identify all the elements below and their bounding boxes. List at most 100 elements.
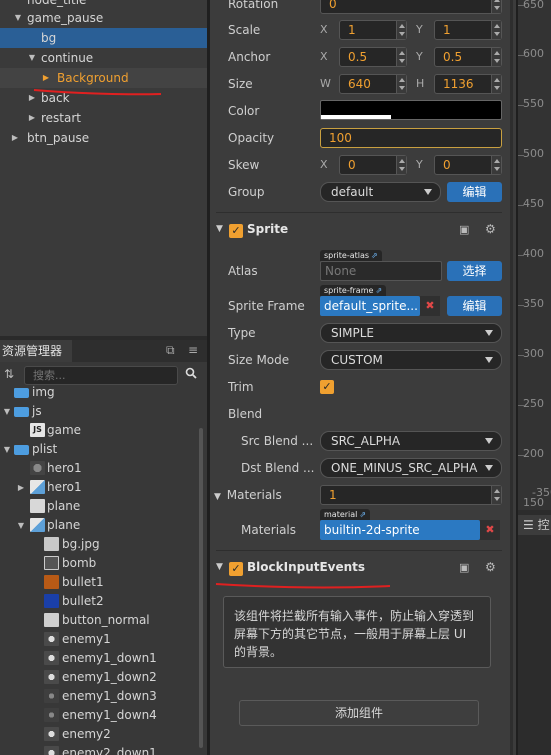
clear-icon[interactable]: ✖ (480, 520, 500, 540)
stepper-icon[interactable] (396, 75, 406, 93)
asset-item-bomb[interactable]: bomb (0, 554, 198, 573)
asset-item-enemy1[interactable]: enemy1 (0, 630, 198, 649)
stepper-icon[interactable] (491, 75, 501, 93)
asset-item-plane-plist[interactable]: ▼ plane (0, 516, 198, 535)
type-dropdown[interactable]: SIMPLE (320, 323, 502, 343)
atlas-field[interactable]: None (320, 261, 442, 281)
chevron-down-icon[interactable]: ▼ (13, 8, 23, 28)
chevron-down-icon[interactable]: ▼ (2, 402, 12, 421)
add-component-button[interactable]: 添加组件 (239, 700, 479, 726)
chevron-down-icon[interactable]: ▼ (216, 562, 223, 572)
asset-item-js[interactable]: ▼ js (0, 402, 198, 421)
tree-node-continue[interactable]: ▼ continue (0, 48, 207, 68)
scale-y-field[interactable]: 1 (434, 20, 502, 40)
stepper-icon[interactable] (491, 21, 501, 39)
book-icon[interactable]: ▣ (459, 561, 469, 574)
chevron-down-icon[interactable]: ▼ (216, 224, 223, 234)
dst-blend-dropdown[interactable]: ONE_MINUS_SRC_ALPHA (320, 458, 502, 478)
size-mode-dropdown[interactable]: CUSTOM (320, 350, 502, 370)
chevron-right-icon[interactable]: ▶ (16, 478, 26, 497)
materials-count-field[interactable]: 1 (320, 485, 502, 505)
stepper-icon[interactable] (491, 48, 501, 66)
stepper-icon[interactable] (396, 156, 406, 174)
chevron-right-icon[interactable]: ▶ (10, 128, 20, 148)
rotation-field[interactable]: 0 (320, 0, 502, 14)
skew-x-field[interactable]: 0 (339, 155, 407, 175)
tree-node-game-pause[interactable]: ▼ game_pause (0, 8, 207, 28)
gear-icon[interactable]: ⚙ (485, 222, 496, 236)
asset-item-plist[interactable]: ▼ plist (0, 440, 198, 459)
clear-icon[interactable]: ✖ (420, 296, 440, 316)
sprite-component-header[interactable]: ▼ ✓ Sprite ▣ ⚙ (210, 219, 516, 243)
chevron-right-icon[interactable]: ▶ (27, 108, 37, 128)
block-input-enabled-checkbox[interactable]: ✓ (229, 562, 243, 576)
chevron-down-icon[interactable]: ▼ (16, 516, 26, 535)
atlas-label: Atlas (228, 264, 258, 278)
asset-item-bullet1[interactable]: bullet1 (0, 573, 198, 592)
stepper-icon[interactable] (491, 486, 501, 504)
maximize-icon[interactable]: ⧉ (166, 343, 175, 358)
src-blend-dropdown[interactable]: SRC_ALPHA (320, 431, 502, 451)
asset-item-enemy2-down1[interactable]: enemy2_down1 (0, 744, 198, 755)
sprite-frame-field[interactable]: default_sprite... (320, 296, 420, 316)
trim-checkbox[interactable]: ✓ (320, 380, 334, 394)
menu-icon[interactable]: ≡ (188, 343, 198, 357)
asset-item-plane[interactable]: plane (0, 497, 198, 516)
materials-group-label[interactable]: ▼ Materials (214, 485, 282, 505)
tree-node-btn-pause[interactable]: ▶ btn_pause (0, 128, 207, 148)
caret-down-icon (485, 465, 493, 471)
caret-down-icon (485, 330, 493, 336)
inspector-scrollbar[interactable] (510, 0, 513, 755)
sort-icon[interactable]: ⇅ (4, 367, 14, 381)
asset-item-img[interactable]: img (0, 383, 198, 402)
asset-item-enemy1-down3[interactable]: enemy1_down3 (0, 687, 198, 706)
asset-item-button-normal[interactable]: button_normal (0, 611, 198, 630)
atlas-select-button[interactable]: 选择 (447, 261, 502, 281)
asset-item-enemy1-down4[interactable]: enemy1_down4 (0, 706, 198, 725)
ruler-tick-label: 500 (523, 147, 544, 160)
size-w-field[interactable]: 640 (339, 74, 407, 94)
chevron-down-icon[interactable]: ▼ (214, 492, 221, 502)
link-icon[interactable]: ⇗ (375, 286, 382, 295)
sprite-frame-edit-button[interactable]: 编辑 (447, 296, 502, 316)
asset-item-bg-jpg[interactable]: bg.jpg (0, 535, 198, 554)
asset-manager-tab[interactable]: 资源管理器 (0, 340, 72, 362)
tree-node-bg[interactable]: bg (0, 28, 207, 48)
caret-down-icon (485, 438, 493, 444)
tree-node-restart[interactable]: ▶ restart (0, 108, 207, 128)
size-h-field[interactable]: 1136 (434, 74, 502, 94)
scale-x-field[interactable]: 1 (339, 20, 407, 40)
chevron-down-icon[interactable]: ▼ (2, 440, 12, 459)
opacity-field[interactable]: 100 (320, 128, 502, 148)
skew-y-label: Y (416, 158, 423, 171)
book-icon[interactable]: ▣ (459, 223, 469, 236)
asset-item-hero1-plist[interactable]: ▶ hero1 (0, 478, 198, 497)
link-icon[interactable]: ⇗ (359, 510, 366, 519)
group-dropdown[interactable]: default (320, 182, 441, 202)
skew-y-field[interactable]: 0 (434, 155, 502, 175)
asset-item-game[interactable]: JS game (0, 421, 198, 440)
anchor-x-field[interactable]: 0.5 (339, 47, 407, 67)
console-tab[interactable]: ☰ 控 (518, 515, 551, 535)
asset-item-enemy1-down2[interactable]: enemy1_down2 (0, 668, 198, 687)
tree-node-label: continue (41, 51, 94, 65)
ruler-tick (518, 5, 524, 6)
stepper-icon[interactable] (491, 156, 501, 174)
stepper-icon[interactable] (396, 48, 406, 66)
link-icon[interactable]: ⇗ (371, 251, 378, 260)
anchor-y-field[interactable]: 0.5 (434, 47, 502, 67)
gear-icon[interactable]: ⚙ (485, 560, 496, 574)
chevron-down-icon[interactable]: ▼ (27, 48, 37, 68)
material-field[interactable]: builtin-2d-sprite (320, 520, 480, 540)
asset-scrollbar[interactable] (199, 428, 203, 748)
asset-item-bullet2[interactable]: bullet2 (0, 592, 198, 611)
asset-item-enemy2[interactable]: enemy2 (0, 725, 198, 744)
group-edit-button[interactable]: 编辑 (447, 182, 502, 202)
stepper-icon[interactable] (396, 21, 406, 39)
asset-item-hero1[interactable]: hero1 (0, 459, 198, 478)
asset-item-enemy1-down1[interactable]: enemy1_down1 (0, 649, 198, 668)
search-icon[interactable] (185, 367, 197, 382)
stepper-icon[interactable] (491, 0, 501, 13)
color-picker-swatch[interactable] (320, 100, 502, 120)
sprite-enabled-checkbox[interactable]: ✓ (229, 224, 243, 238)
